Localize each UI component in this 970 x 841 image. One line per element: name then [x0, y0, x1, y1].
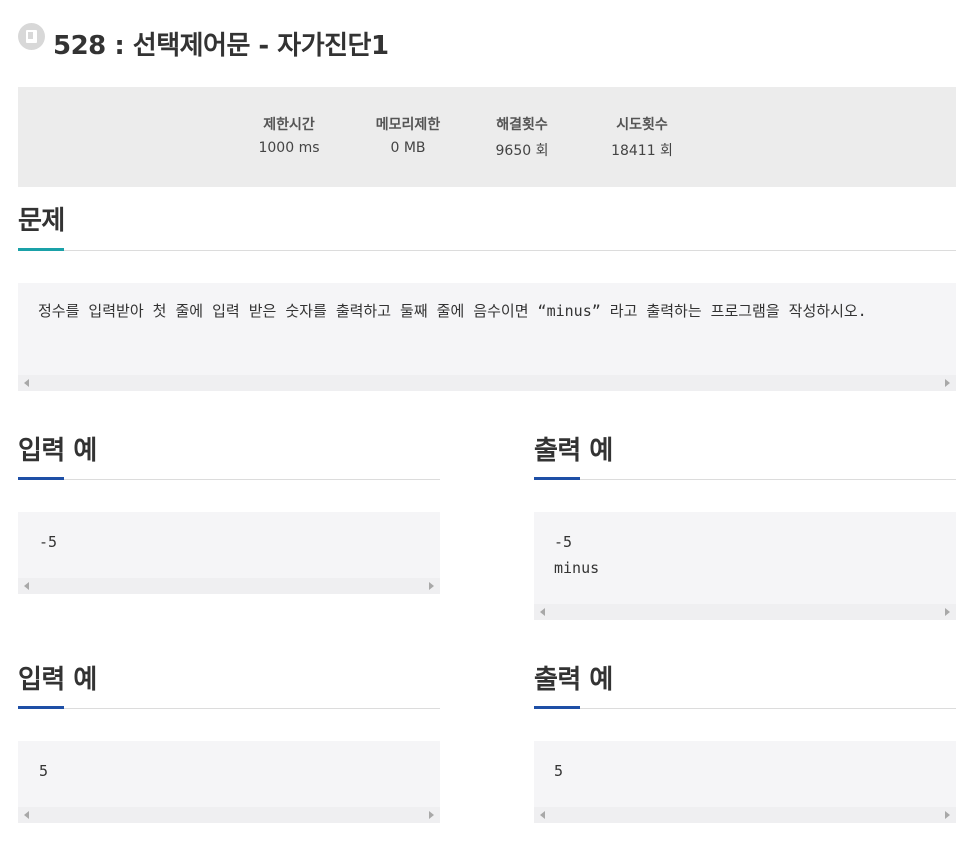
divider [534, 479, 956, 480]
output-example-box-2: 5 [534, 741, 956, 823]
stat-label: 시도횟수 [616, 117, 668, 133]
output-example-heading-2: 출력 예 [534, 665, 613, 695]
horizontal-scrollbar[interactable] [18, 578, 440, 594]
problem-stats: 제한시간 1000 ms 메모리제한 0 MB 해결횟수 9650 회 시도횟수… [18, 87, 956, 187]
page-title: 528 : 선택제어문 - 자가진단1 [53, 30, 389, 61]
stat-value: 9650 회 [495, 143, 549, 159]
divider [18, 250, 956, 251]
horizontal-scrollbar[interactable] [534, 604, 956, 620]
input-example-text-2: 5 [39, 762, 49, 780]
stat-value: 0 MB [390, 140, 426, 156]
input-example-box-2: 5 [18, 741, 440, 823]
stat-label: 제한시간 [263, 117, 315, 133]
horizontal-scrollbar[interactable] [18, 375, 956, 391]
document-icon [18, 22, 45, 50]
stat-solved-count: 해결횟수 9650 회 [467, 114, 577, 160]
input-example-heading-2: 입력 예 [18, 665, 97, 695]
arrow-left-icon[interactable] [24, 811, 29, 819]
arrow-right-icon[interactable] [945, 379, 950, 387]
section-accent-bar [18, 248, 64, 251]
arrow-right-icon[interactable] [945, 608, 950, 616]
arrow-right-icon[interactable] [429, 811, 434, 819]
stat-label: 해결횟수 [496, 117, 548, 133]
section-accent-bar [534, 477, 580, 480]
stat-label: 메모리제한 [375, 117, 441, 133]
horizontal-scrollbar[interactable] [534, 807, 956, 823]
divider [534, 708, 956, 709]
output-example-text-2: 5 [554, 762, 564, 780]
problem-description: 정수를 입력받아 첫 줄에 입력 받은 숫자를 출력하고 둘째 줄에 음수이면 … [38, 302, 867, 320]
section-accent-bar [18, 477, 64, 480]
arrow-left-icon[interactable] [24, 379, 29, 387]
stat-attempt-count: 시도횟수 18411 회 [587, 114, 697, 160]
section-accent-bar [534, 706, 580, 709]
stat-value: 18411 회 [611, 143, 673, 159]
arrow-left-icon[interactable] [540, 811, 545, 819]
divider [18, 479, 440, 480]
section-accent-bar [18, 706, 64, 709]
stat-memory-limit: 메모리제한 0 MB [353, 114, 463, 156]
problem-heading: 문제 [18, 206, 65, 236]
arrow-right-icon[interactable] [945, 811, 950, 819]
arrow-left-icon[interactable] [540, 608, 545, 616]
arrow-left-icon[interactable] [24, 582, 29, 590]
horizontal-scrollbar[interactable] [18, 807, 440, 823]
output-example-text-1: -5 minus [554, 533, 600, 577]
divider [18, 708, 440, 709]
stat-value: 1000 ms [258, 140, 320, 156]
input-example-heading-1: 입력 예 [18, 436, 97, 466]
problem-title-bar: 528 : 선택제어문 - 자가진단1 [18, 18, 389, 68]
output-example-box-1: -5 minus [534, 512, 956, 620]
stat-time-limit: 제한시간 1000 ms [234, 114, 344, 156]
output-example-heading-1: 출력 예 [534, 436, 613, 466]
input-example-box-1: -5 [18, 512, 440, 594]
arrow-right-icon[interactable] [429, 582, 434, 590]
input-example-text-1: -5 [39, 533, 58, 551]
problem-description-box: 정수를 입력받아 첫 줄에 입력 받은 숫자를 출력하고 둘째 줄에 음수이면 … [18, 283, 956, 391]
